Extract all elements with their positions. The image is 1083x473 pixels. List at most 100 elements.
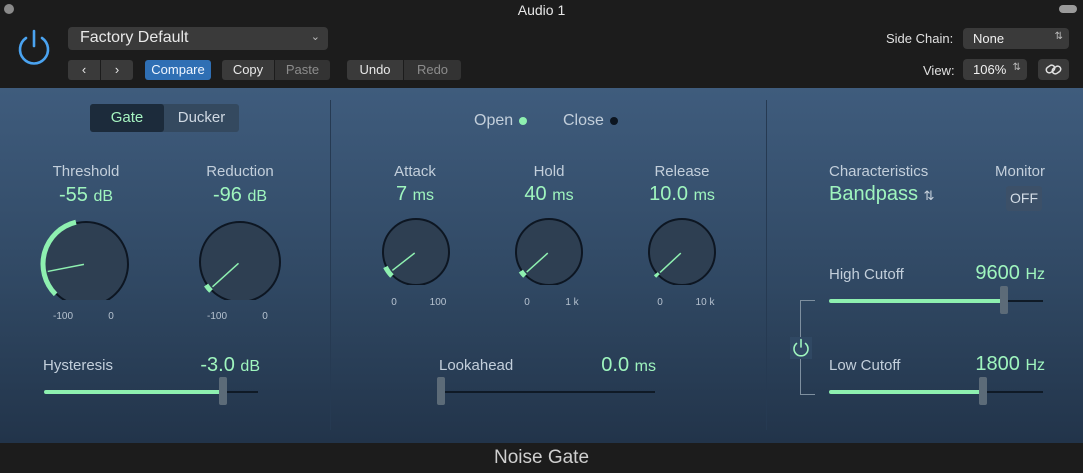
threshold-unit: dB xyxy=(93,188,114,205)
monitor-toggle-button[interactable]: OFF xyxy=(1006,186,1042,211)
knob-value-arc xyxy=(653,272,660,278)
copy-button[interactable]: Copy xyxy=(222,60,274,80)
link-icon xyxy=(1045,64,1062,75)
hold-label: Hold xyxy=(533,163,565,180)
threshold-value-display: -55 dB xyxy=(0,184,172,207)
next-preset-button[interactable]: › xyxy=(101,60,133,80)
undo-button[interactable]: Undo xyxy=(347,60,403,80)
low-cutoff-slider[interactable] xyxy=(829,377,1043,405)
power-icon[interactable] xyxy=(790,337,812,359)
close-led-icon xyxy=(609,116,618,125)
hold-min-tick: 0 xyxy=(524,297,530,308)
attack-knob[interactable] xyxy=(377,213,455,285)
plugin-footer: Noise Gate xyxy=(0,443,1083,473)
open-led-icon xyxy=(519,116,528,125)
mode-gate-button[interactable]: Gate xyxy=(90,104,164,132)
chevron-updown-icon: ⇅ xyxy=(923,188,935,203)
gate-close-indicator: Close xyxy=(563,112,618,130)
hold-max-tick: 1 k xyxy=(565,297,579,308)
hold-knob[interactable] xyxy=(510,213,588,285)
knob-value-arc xyxy=(518,269,527,278)
release-knob[interactable] xyxy=(643,213,721,285)
plugin-header: Audio 1 Factory Default ⌄ ‹ › Compare Co… xyxy=(0,0,1083,88)
slider-thumb[interactable] xyxy=(1000,286,1008,314)
gate-open-indicator: Open xyxy=(474,112,528,130)
link-button[interactable] xyxy=(1038,59,1069,80)
mode-segmented-control: Gate Ducker xyxy=(90,104,239,132)
previous-preset-button[interactable]: ‹ xyxy=(68,60,100,80)
low-cutoff-value-display: 1800 Hz xyxy=(930,353,1045,376)
mode-ducker-button[interactable]: Ducker xyxy=(164,104,239,132)
power-icon[interactable] xyxy=(14,28,54,68)
compare-button[interactable]: Compare xyxy=(145,60,211,80)
redo-button[interactable]: Redo xyxy=(404,60,461,80)
attack-max-tick: 100 xyxy=(429,297,447,308)
threshold-label: Threshold xyxy=(52,163,120,180)
section-divider xyxy=(330,100,331,430)
view-zoom-dropdown[interactable]: 106% ⇅ xyxy=(963,59,1027,80)
release-value-display: 10.0 ms xyxy=(627,183,737,206)
slider-thumb[interactable] xyxy=(219,377,227,405)
plugin-name: Noise Gate xyxy=(493,447,590,468)
characteristics-value: Bandpass xyxy=(829,183,918,205)
hysteresis-value: -3.0 xyxy=(200,354,235,376)
release-min-tick: 0 xyxy=(657,297,663,308)
attack-label: Attack xyxy=(394,163,436,180)
reduction-unit: dB xyxy=(247,188,268,205)
preset-name: Factory Default xyxy=(80,29,189,46)
release-max-tick: 10 k xyxy=(695,297,715,308)
reduction-value-display: -96 dB xyxy=(178,184,302,207)
attack-unit: ms xyxy=(412,187,434,204)
attack-min-tick: 0 xyxy=(391,297,397,308)
view-label: View: xyxy=(923,63,955,78)
knob-body xyxy=(382,218,450,285)
knob-body xyxy=(648,218,716,285)
lookahead-label: Lookahead xyxy=(439,357,514,374)
hold-value: 40 xyxy=(524,183,547,205)
lookahead-value: 0.0 xyxy=(601,354,630,376)
slider-fill xyxy=(829,299,1004,303)
knob-body xyxy=(199,221,281,300)
chevron-updown-icon: ⇅ xyxy=(1012,62,1021,73)
threshold-knob[interactable] xyxy=(38,216,134,300)
characteristics-selector[interactable]: Bandpass ⇅ xyxy=(829,183,934,206)
chevron-updown-icon: ⇅ xyxy=(1054,31,1063,42)
high-cutoff-slider[interactable] xyxy=(829,286,1043,314)
reduction-label: Reduction xyxy=(206,163,274,180)
noise-gate-panel: Gate Ducker Threshold -55 dB -100 0 Redu… xyxy=(0,88,1083,443)
threshold-value: -55 xyxy=(58,184,88,206)
window-minimize-control[interactable] xyxy=(1059,5,1077,13)
slider-thumb[interactable] xyxy=(437,377,445,405)
monitor-label: Monitor xyxy=(995,163,1046,180)
preset-dropdown[interactable]: Factory Default ⌄ xyxy=(68,27,328,50)
hysteresis-value-display: -3.0 dB xyxy=(140,354,260,377)
slider-thumb[interactable] xyxy=(979,377,987,405)
window-title: Audio 1 xyxy=(517,2,566,18)
hold-value-display: 40 ms xyxy=(494,183,604,206)
attack-value: 7 xyxy=(395,183,408,205)
side-chain-dropdown[interactable]: None ⇅ xyxy=(963,28,1069,49)
lookahead-unit: ms xyxy=(634,358,656,375)
side-chain-value: None xyxy=(973,31,1005,46)
threshold-max-tick: 0 xyxy=(108,311,114,322)
hysteresis-unit: dB xyxy=(240,358,260,375)
chevron-down-icon: ⌄ xyxy=(310,31,320,43)
lookahead-value-display: 0.0 ms xyxy=(540,354,656,377)
reduction-max-tick: 0 xyxy=(262,311,268,322)
reduction-knob[interactable] xyxy=(194,216,286,300)
hysteresis-slider[interactable] xyxy=(44,377,258,405)
low-cutoff-value: 1800 xyxy=(975,353,1020,375)
release-value: 10.0 xyxy=(649,183,689,205)
paste-button[interactable]: Paste xyxy=(275,60,330,80)
high-cutoff-value: 9600 xyxy=(975,262,1020,284)
side-chain-label: Side Chain: xyxy=(886,31,954,46)
reduction-value: -96 xyxy=(212,184,242,206)
threshold-min-tick: -100 xyxy=(52,311,73,322)
open-label: Open xyxy=(474,112,514,129)
high-cutoff-value-display: 9600 Hz xyxy=(930,262,1045,285)
reduction-min-tick: -100 xyxy=(206,311,227,322)
attack-value-display: 7 ms xyxy=(360,183,470,206)
lookahead-slider[interactable] xyxy=(437,377,655,405)
characteristics-label: Characteristics xyxy=(829,163,929,180)
knob-body xyxy=(515,218,583,285)
